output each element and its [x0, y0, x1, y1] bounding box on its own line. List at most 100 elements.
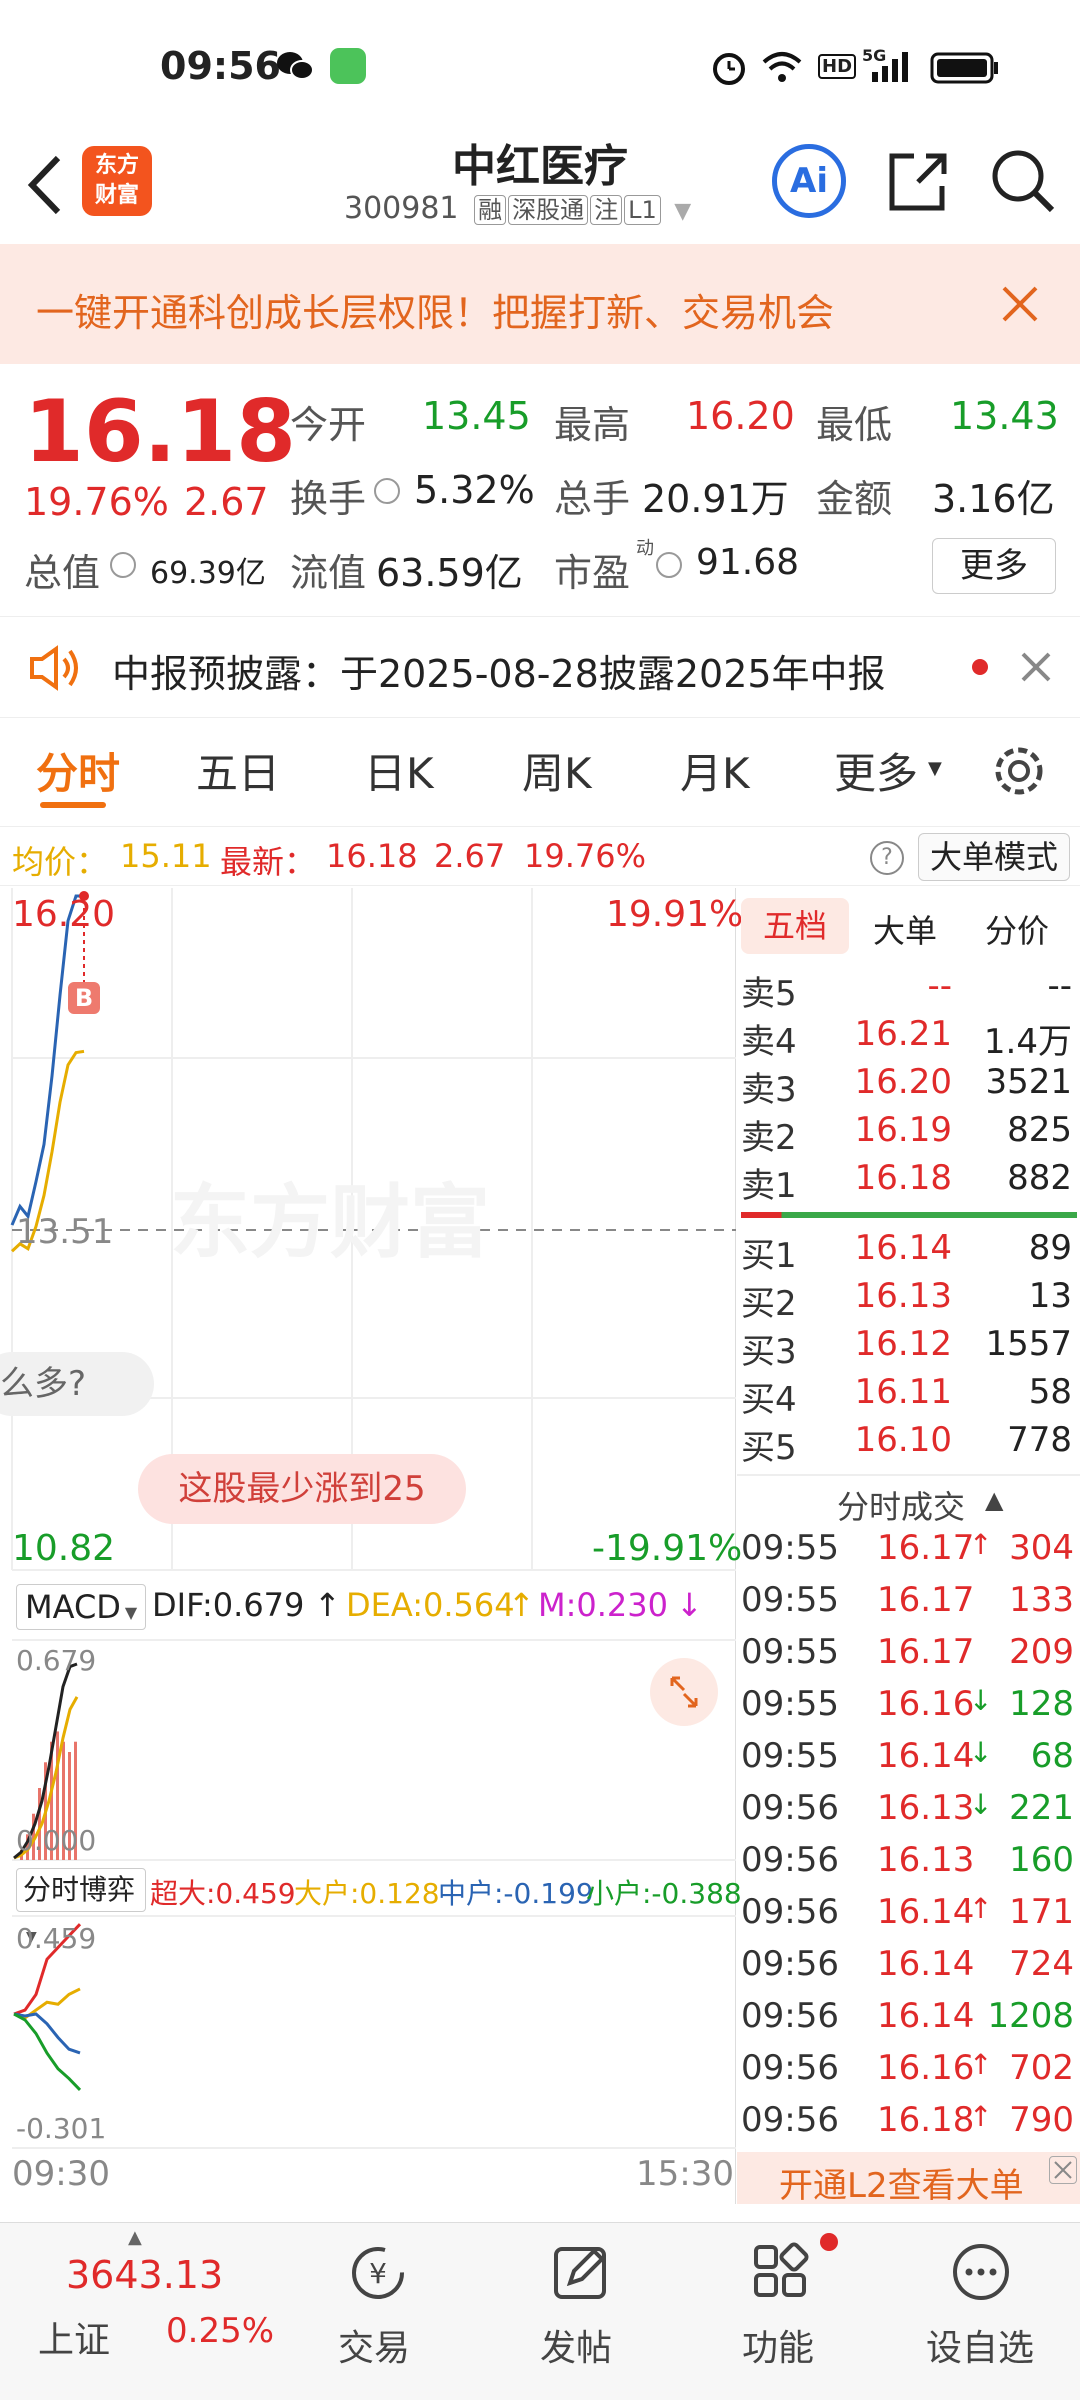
price-axis-mid: 13.51 — [16, 1212, 114, 1252]
bid-row[interactable]: 买4 16.11 58 — [737, 1372, 1080, 1420]
more-button[interactable]: 更多 — [932, 538, 1056, 594]
search-icon[interactable] — [988, 146, 1058, 220]
ai-button[interactable]: Ai — [772, 144, 846, 218]
ask-price: 16.18 — [854, 1158, 952, 1198]
bigorder-mode-button[interactable]: 大单模式 — [918, 833, 1070, 881]
ask-row[interactable]: 卖5 -- -- — [737, 966, 1080, 1014]
expand-icon[interactable] — [650, 1658, 718, 1726]
nav-post[interactable]: 发帖 — [476, 2223, 676, 2401]
share-icon[interactable] — [884, 146, 950, 220]
info-icon[interactable] — [110, 552, 136, 578]
trade-price: 16.16 — [877, 2048, 975, 2088]
tab-five-level[interactable]: 五档 — [741, 898, 849, 954]
notice-bar[interactable]: 中报预披露：于2025-08-28披露2025年中报 — [0, 616, 1080, 718]
index-value[interactable]: 3643.13 — [66, 2253, 223, 2297]
nav-apps[interactable]: 功能 — [678, 2223, 878, 2401]
ask-row[interactable]: 卖4 16.21 1.4万 — [737, 1014, 1080, 1062]
info-icon[interactable] — [656, 552, 682, 578]
logo-line-1: 东方 — [94, 153, 139, 178]
trade-time: 09:56 — [741, 1788, 839, 1828]
index-name[interactable]: 上证 — [38, 2311, 110, 2363]
trade-list[interactable]: 09:55 16.17 ↑ 304 09:55 16.17 133 09:55 16.17 209… — [737, 1528, 1080, 2152]
latest-label: 最新： — [220, 843, 317, 881]
ask-row[interactable]: 卖3 16.20 3521 — [737, 1062, 1080, 1110]
index-pct[interactable]: 0.25% — [166, 2311, 274, 2351]
promo-banner[interactable]: 一键开通科创成长层权限！把握打新、交易机会 — [0, 244, 1080, 364]
bid-volume: 13 — [1028, 1276, 1072, 1316]
trade-row: 09:55 16.17 209 — [737, 1632, 1080, 1684]
trade-volume: 724 — [1009, 1944, 1074, 1984]
book-split-bar — [741, 1212, 1077, 1218]
bid-level-label: 买3 — [741, 1332, 797, 1372]
bid-row[interactable]: 买5 16.10 778 — [737, 1420, 1080, 1468]
l2-upgrade-banner[interactable]: 开通L2查看大单 — [737, 2152, 1080, 2206]
stock-name: 中红医疗 — [452, 141, 628, 192]
tab-intraday[interactable]: 分时 — [36, 740, 120, 801]
close-icon[interactable] — [1020, 651, 1052, 687]
trade-price: 16.13 — [877, 1788, 975, 1828]
bid-volume: 778 — [1007, 1420, 1072, 1460]
latest-pct: 19.76% — [524, 837, 647, 875]
hint-bubble[interactable]: 这股最少涨到25 — [138, 1454, 466, 1524]
price-axis-bottom: 10.82 — [12, 1528, 116, 1569]
tab-weekly[interactable]: 周K — [522, 740, 592, 801]
volume-value: 20.91万 — [642, 477, 789, 521]
fund-flow-label: 分时博弈 — [23, 1873, 136, 1906]
trade-time: 09:56 — [741, 2100, 839, 2140]
open-value: 13.45 — [422, 394, 531, 438]
trade-volume: 160 — [1009, 1840, 1074, 1880]
close-icon[interactable] — [1049, 2156, 1077, 2184]
close-icon[interactable] — [1000, 284, 1040, 328]
chat-bubble[interactable]: 么多? — [0, 1352, 154, 1416]
trade-price: 16.14 — [877, 1892, 975, 1932]
turnover-value: 5.32% — [414, 468, 535, 512]
back-icon[interactable] — [20, 150, 70, 224]
nav-trade[interactable]: ¥ 交易 — [274, 2223, 474, 2401]
bid-price: 16.10 — [854, 1420, 952, 1460]
bid-volume: 89 — [1028, 1228, 1072, 1268]
nav-watchlist[interactable]: 设自选 — [880, 2223, 1080, 2401]
trade-time: 09:56 — [741, 2048, 839, 2088]
intraday-chart[interactable]: 东方财富 16.20 19.91% 13.51 10.82 -19.91% B … — [0, 888, 743, 2204]
ask-volume: 882 — [1007, 1158, 1072, 1198]
info-icon[interactable] — [374, 478, 400, 504]
low-value: 13.43 — [950, 394, 1059, 438]
macd-selector[interactable]: MACD ▼ — [16, 1584, 146, 1630]
macd-grid — [12, 1639, 736, 1861]
trade-row: 09:55 16.14 ↓ 68 — [737, 1736, 1080, 1788]
buy-marker[interactable]: B — [68, 982, 100, 1014]
trade-time: 09:55 — [741, 1580, 839, 1620]
tab-5day[interactable]: 五日 — [196, 740, 280, 801]
tab-price-dist[interactable]: 分价 — [985, 906, 1049, 952]
ask-row[interactable]: 卖2 16.19 825 — [737, 1110, 1080, 1158]
post-icon — [550, 2241, 610, 2307]
latest-change: 2.67 — [434, 837, 506, 875]
fund-axis-bottom: -0.301 — [16, 2112, 107, 2145]
macd-m-value: M:0.230 — [538, 1586, 668, 1624]
time-axis-end: 15:30 — [636, 2154, 734, 2194]
bid-row[interactable]: 买1 16.14 89 — [737, 1228, 1080, 1276]
trade-volume: 68 — [1030, 1736, 1074, 1776]
tab-more[interactable]: 更多 — [834, 740, 918, 801]
trade-arrow-icon: ↓ — [969, 1736, 993, 1769]
trade-time: 09:55 — [741, 1736, 839, 1776]
bid-price: 16.11 — [854, 1372, 952, 1412]
gear-icon[interactable] — [990, 742, 1048, 804]
tab-big-orders[interactable]: 大单 — [873, 906, 937, 952]
ask-row[interactable]: 卖1 16.18 882 — [737, 1158, 1080, 1206]
tab-monthly[interactable]: 月K — [680, 740, 750, 801]
bid-row[interactable]: 买2 16.13 13 — [737, 1276, 1080, 1324]
help-icon[interactable]: ? — [870, 841, 904, 875]
trade-row: 09:56 16.13 ↓ 221 — [737, 1788, 1080, 1840]
stock-code-row[interactable]: 300981 融深股通注 L1 ▼ — [344, 190, 744, 230]
watermark: 东方财富 — [170, 1176, 490, 1269]
tab-daily[interactable]: 日K — [364, 740, 434, 801]
high-label: 最高 — [554, 403, 631, 447]
ask-level-label: 卖4 — [741, 1022, 797, 1062]
macd-axis-top: 0.679 — [16, 1644, 97, 1677]
speaker-icon — [28, 645, 82, 695]
bid-row[interactable]: 买3 16.12 1557 — [737, 1324, 1080, 1372]
trade-price: 16.14 — [877, 1996, 975, 2036]
time-axis-start: 09:30 — [12, 2154, 110, 2194]
fund-flow-selector[interactable]: 分时博弈▼ — [16, 1868, 146, 1945]
